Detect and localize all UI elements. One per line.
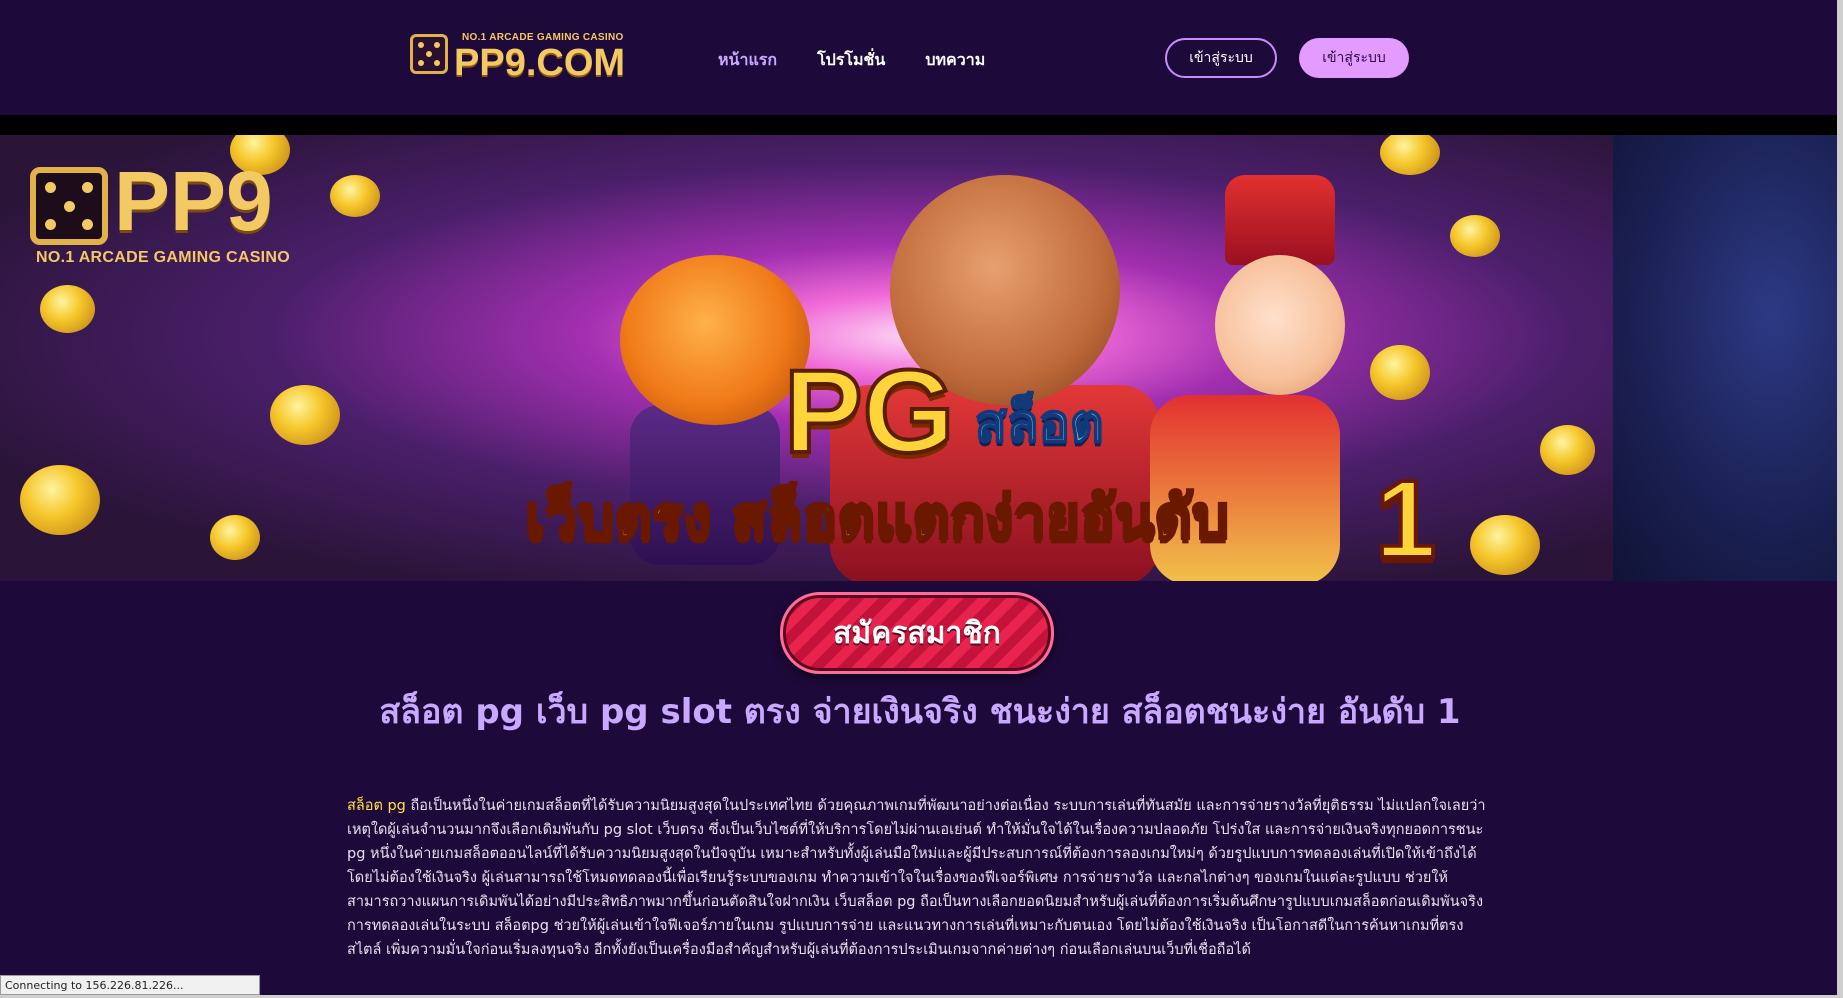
browser-status-bar: Connecting to 156.226.81.226...: [0, 975, 260, 995]
site-header: NO.1 ARCADE GAMING CASINO PP9.COM หน้าแร…: [0, 0, 1843, 115]
coin-decoration: [330, 175, 380, 217]
coin-decoration: [20, 465, 100, 535]
header-divider: [0, 115, 1843, 135]
keyword-link[interactable]: สล็อต pg: [347, 798, 406, 814]
coin-decoration: [210, 515, 260, 560]
login-button-filled[interactable]: เข้าสู่ระบบ: [1299, 38, 1409, 78]
nav-articles[interactable]: บทความ: [925, 48, 985, 73]
logo-text: PP9.COM: [454, 42, 626, 84]
coin-decoration: [40, 285, 95, 333]
main-nav: หน้าแรก โปรโมชั่น บทความ: [718, 48, 985, 73]
banner-logo: PP9 NO.1 ARCADE GAMING CASINO: [30, 153, 310, 266]
coin-decoration: [1470, 515, 1540, 575]
page-title: สล็อต pg เว็บ pg slot ตรง จ่ายเงินจริง ช…: [379, 692, 1461, 732]
page: NO.1 ARCADE GAMING CASINO PP9.COM หน้าแร…: [0, 0, 1843, 998]
register-button[interactable]: สมัครสมาชิก: [780, 592, 1054, 674]
banner-rank-number: 1: [1373, 458, 1438, 581]
ringmaster-character: [1215, 255, 1345, 395]
ringmaster-hat: [1225, 175, 1335, 265]
coin-decoration: [1540, 425, 1595, 475]
coin-decoration: [1370, 345, 1430, 400]
pumpkin-character: [620, 255, 810, 425]
hero-banner: PP9 NO.1 ARCADE GAMING CASINO PG สล็อต เ…: [0, 135, 1843, 581]
banner-slot-text: สล็อต: [974, 394, 1105, 454]
site-logo[interactable]: NO.1 ARCADE GAMING CASINO PP9.COM: [410, 28, 630, 88]
banner-subtitle: เว็บตรง สล็อตแตกง่ายอันดับ: [524, 483, 1231, 551]
banner-logo-text: PP9: [114, 154, 273, 248]
coin-decoration: [270, 385, 340, 445]
blossom-tree-decoration: [1613, 135, 1843, 581]
banner-pg-text: PG: [782, 346, 956, 478]
intro-paragraph: สล็อต pg ถือเป็นหนึ่งในค่ายเกมสล็อตที่ได…: [347, 794, 1487, 962]
nav-promotions[interactable]: โปรโมชั่น: [817, 48, 885, 73]
dice-icon: [410, 34, 448, 74]
banner-logo-tagline: NO.1 ARCADE GAMING CASINO: [36, 249, 291, 266]
vertical-scrollbar[interactable]: [1837, 0, 1843, 998]
coin-decoration: [1450, 215, 1500, 257]
intro-text: ถือเป็นหนึ่งในค่ายเกมสล็อตที่ได้รับความน…: [347, 798, 1486, 958]
login-button[interactable]: เข้าสู่ระบบ: [1165, 38, 1277, 78]
dice-icon: [30, 167, 108, 245]
coin-decoration: [1380, 135, 1440, 175]
nav-home[interactable]: หน้าแรก: [718, 48, 777, 73]
